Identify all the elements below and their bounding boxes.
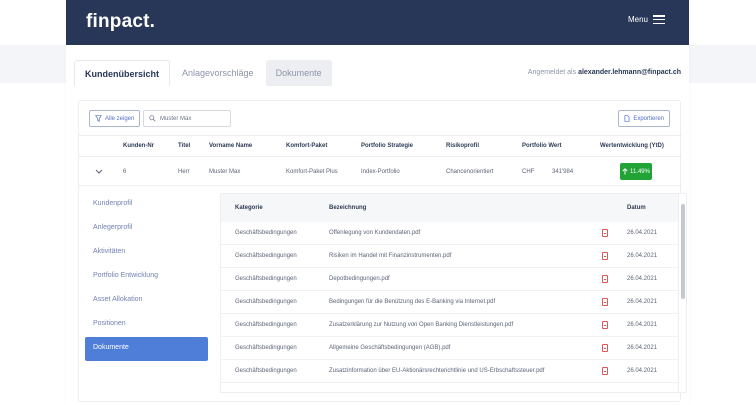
sidebar-item-aktivitaeten[interactable]: Aktivitäten [85, 241, 208, 265]
document-icon [624, 115, 630, 122]
main-card: Kundenübersicht Anlagevorschläge Dokumen… [66, 45, 689, 405]
currency: CHF [522, 169, 535, 175]
document-date: 26.04.2021 [627, 322, 658, 328]
export-button[interactable]: Exportieren [618, 110, 670, 127]
sidebar-item-asset-allokation[interactable]: Asset Allokation [85, 289, 208, 313]
sidebar-item-dokumente[interactable]: Dokumente [85, 337, 208, 361]
pdf-icon[interactable] [602, 367, 608, 375]
top-navbar: finpact. Menu [66, 0, 689, 45]
search-field[interactable] [143, 110, 231, 127]
pdf-icon[interactable] [602, 252, 608, 260]
risk-profile: Chancenorientiert [446, 169, 494, 175]
sidebar-item-portfolio-entwicklung[interactable]: Portfolio Entwicklung [85, 265, 208, 289]
table-row[interactable]: Geschäftsbedingungen Bedingungen für die… [221, 291, 679, 314]
sidebar-item-positionen[interactable]: Positionen [85, 313, 208, 337]
table-row[interactable]: Geschäftsbedingungen Zusatzerklärung zur… [221, 314, 679, 337]
column-header[interactable]: Bezeichnung [329, 205, 366, 211]
pdf-icon[interactable] [602, 344, 608, 352]
document-name[interactable]: Allgemeine Geschäftsbedingungen (AGB).pd… [329, 345, 450, 351]
hamburger-icon [653, 15, 665, 24]
pdf-icon[interactable] [602, 321, 608, 329]
show-all-label: Alle zeigen [105, 115, 135, 122]
column-header[interactable]: Kunden-Nr [123, 143, 154, 149]
document-date: 26.04.2021 [627, 299, 658, 305]
column-header[interactable]: Kategorie [235, 205, 263, 211]
sidebar-item-anlegerprofil[interactable]: Anlegerprofil [85, 217, 208, 241]
table-row[interactable]: Geschäftsbedingungen Risiken im Handel m… [221, 245, 679, 268]
column-header[interactable]: Risikoprofil [446, 143, 479, 149]
document-category: Geschäftsbedingungen [235, 276, 297, 282]
scrollbar-thumb[interactable] [681, 204, 685, 299]
tab-kundenuebersicht[interactable]: Kundenübersicht [74, 60, 171, 86]
customer-name: Muster Max [209, 169, 241, 175]
column-header[interactable]: Komfort-Paket [286, 143, 327, 149]
document-date: 26.04.2021 [627, 345, 658, 351]
customer-title: Herr [178, 169, 190, 175]
customer-sidebar: Kundenprofil Anlegerprofil Aktivitäten P… [85, 193, 208, 361]
customer-table-header: Kunden-Nr Titel Vorname Name Komfort-Pak… [79, 135, 682, 157]
menu-button[interactable]: Menu [628, 15, 665, 24]
document-name[interactable]: Risiken im Handel mit Finanzinstrumenten… [329, 253, 451, 259]
column-header[interactable]: Vorname Name [209, 143, 252, 149]
comfort-package: Komfort-Paket Plus [286, 169, 338, 175]
document-category: Geschäftsbedingungen [235, 322, 297, 328]
column-header[interactable]: Portfolio Wert [522, 143, 562, 149]
menu-label: Menu [627, 15, 648, 24]
sidebar-item-kundenprofil[interactable]: Kundenprofil [85, 193, 208, 217]
document-name[interactable]: Depotbedingungen.pdf [329, 276, 390, 282]
tab-dokumente[interactable]: Dokumente [265, 60, 332, 86]
document-name[interactable]: Offenlegung von Kundendaten.pdf [329, 230, 420, 236]
search-input[interactable] [160, 115, 224, 122]
app-logo[interactable]: finpact. [86, 11, 155, 33]
table-row[interactable]: Geschäftsbedingungen Zusatzinformation ü… [221, 360, 679, 383]
documents-table: Kategorie Bezeichnung Datum Geschäftsbed… [220, 193, 687, 393]
column-header[interactable]: Portfolio Strategie [361, 143, 413, 149]
main-tabs: Kundenübersicht Anlagevorschläge Dokumen… [74, 60, 334, 86]
customer-panel: Alle zeigen Exportieren Kunden-Nr Titel … [78, 100, 687, 402]
table-row[interactable]: Geschäftsbedingungen Allgemeine Geschäft… [221, 337, 679, 360]
customer-number: 6 [123, 169, 127, 175]
logged-in-prefix: Angemeldet als [527, 69, 577, 76]
pdf-icon[interactable] [602, 275, 608, 283]
arrow-up-icon [622, 168, 628, 175]
table-row[interactable]: Geschäftsbedingungen Offenlegung von Kun… [221, 222, 679, 245]
chevron-down-icon[interactable] [95, 169, 103, 175]
document-category: Geschäftsbedingungen [235, 368, 297, 374]
document-date: 26.04.2021 [627, 230, 658, 236]
export-label: Exportieren [633, 115, 664, 122]
column-header[interactable]: Titel [178, 143, 190, 149]
portfolio-strategy: Index-Portfolio [361, 169, 400, 175]
portfolio-value: 341'984 [552, 169, 574, 175]
document-date: 26.04.2021 [627, 253, 658, 259]
document-category: Geschäftsbedingungen [235, 253, 297, 259]
document-date: 26.04.2021 [627, 276, 658, 282]
document-category: Geschäftsbedingungen [235, 299, 297, 305]
document-category: Geschäftsbedingungen [235, 230, 297, 236]
user-email: alexander.lehmann@finpact.ch [578, 69, 681, 76]
documents-table-header: Kategorie Bezeichnung Datum [221, 194, 679, 222]
filter-icon [95, 115, 102, 122]
performance-value: 11.49% [630, 168, 650, 175]
document-category: Geschäftsbedingungen [235, 345, 297, 351]
performance-badge: 11.49% [620, 163, 652, 180]
column-header[interactable]: Datum [627, 205, 646, 211]
logged-in-info: Angemeldet als alexander.lehmann@finpact… [528, 69, 681, 76]
show-all-button[interactable]: Alle zeigen [89, 110, 141, 127]
pdf-icon[interactable] [602, 229, 608, 237]
column-header[interactable]: Wertentwicklung (YtD) [600, 143, 664, 149]
table-row[interactable]: Geschäftsbedingungen Depotbedingungen.pd… [221, 268, 679, 291]
table-row[interactable]: 6 Herr Muster Max Komfort-Paket Plus Ind… [79, 158, 682, 186]
tab-anlagevorschlaege[interactable]: Anlagevorschläge [172, 60, 264, 86]
search-icon [149, 115, 156, 122]
pdf-icon[interactable] [602, 298, 608, 306]
document-date: 26.04.2021 [627, 368, 658, 374]
document-name[interactable]: Zusatzinformation über EU-Aktionärsrecht… [329, 368, 544, 374]
document-name[interactable]: Bedingungen für die Benützung des E-Bank… [329, 299, 495, 305]
documents-scrollbar[interactable] [678, 194, 686, 392]
document-name[interactable]: Zusatzerklärung zur Nutzung von Open Ban… [329, 322, 513, 328]
